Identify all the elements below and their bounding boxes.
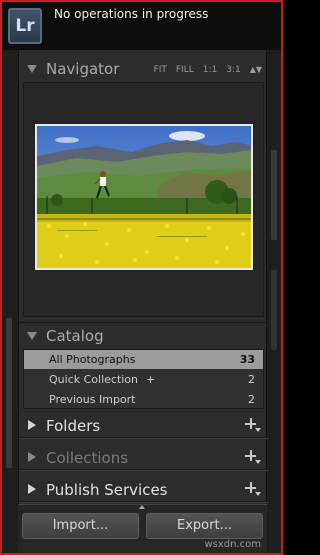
folders-header[interactable]: Folders	[19, 413, 268, 439]
import-button[interactable]: Import...	[22, 513, 139, 539]
catalog-list: All Photographs 33 Quick Collection + 2 P…	[23, 349, 264, 409]
status-text: No operations in progress	[54, 7, 209, 21]
landscape-photo	[37, 126, 251, 268]
add-collection-icon[interactable]	[244, 449, 261, 465]
navigator-title: Navigator	[46, 60, 120, 78]
catalog-item-count: 2	[248, 373, 255, 386]
catalog-item-label: All Photographs	[49, 353, 136, 366]
publish-services-title: Publish Services	[46, 481, 168, 499]
right-scrollbar[interactable]	[271, 150, 277, 240]
navigator-header[interactable]: Navigator FIT FILL 1:1 3:1 ▲▼	[19, 56, 268, 82]
zoom-fit[interactable]: FIT	[154, 65, 167, 75]
zoom-fill[interactable]: FILL	[176, 65, 194, 75]
zoom-3-1[interactable]: 3:1	[226, 65, 240, 75]
expand-triangle-icon[interactable]	[28, 420, 36, 430]
add-folder-icon[interactable]	[244, 417, 261, 433]
export-button[interactable]: Export...	[146, 513, 263, 539]
add-publish-service-icon[interactable]	[244, 481, 261, 497]
updown-arrows-icon[interactable]: ▲▼	[250, 65, 262, 75]
panel-handle-icon[interactable]	[139, 505, 145, 509]
zoom-options: FIT FILL 1:1 3:1 ▲▼	[154, 65, 262, 75]
bottom-bar: Import... Export... wsxdn.com	[18, 504, 267, 553]
preview-photo[interactable]	[35, 124, 253, 270]
collapse-triangle-icon[interactable]	[27, 65, 37, 73]
folders-title: Folders	[46, 417, 101, 435]
expand-triangle-icon[interactable]	[28, 452, 36, 462]
top-bar: Lr No operations in progress	[2, 2, 281, 50]
catalog-item-count: 2	[248, 393, 255, 406]
catalog-item-label: Previous Import	[49, 393, 136, 406]
catalog-item-all-photographs[interactable]: All Photographs 33	[24, 350, 263, 369]
zoom-1-1[interactable]: 1:1	[203, 65, 217, 75]
catalog-item-count: 33	[239, 353, 255, 366]
lightroom-logo: Lr	[8, 8, 42, 44]
right-scrollbar-lower[interactable]	[271, 270, 277, 350]
publish-services-header[interactable]: Publish Services	[19, 477, 268, 503]
collections-title: Collections	[46, 449, 129, 467]
catalog-header[interactable]: Catalog	[19, 323, 268, 349]
quick-collection-plus: +	[146, 373, 156, 386]
catalog-item-quick-collection[interactable]: Quick Collection + 2	[24, 370, 263, 389]
catalog-title: Catalog	[46, 327, 104, 345]
watermark: wsxdn.com	[204, 539, 261, 550]
left-panel: Navigator FIT FILL 1:1 3:1 ▲▼ Catalog Al…	[18, 50, 268, 553]
expand-triangle-icon[interactable]	[28, 484, 36, 494]
catalog-item-previous-import[interactable]: Previous Import 2	[24, 390, 263, 409]
collections-header[interactable]: Collections	[19, 445, 268, 471]
catalog-item-label: Quick Collection +	[49, 373, 156, 386]
collapse-triangle-icon[interactable]	[27, 332, 37, 340]
navigator-preview[interactable]	[23, 82, 264, 317]
left-scrollbar[interactable]	[6, 318, 12, 468]
right-scroll-strip	[267, 50, 281, 553]
left-scroll-strip	[2, 50, 18, 553]
